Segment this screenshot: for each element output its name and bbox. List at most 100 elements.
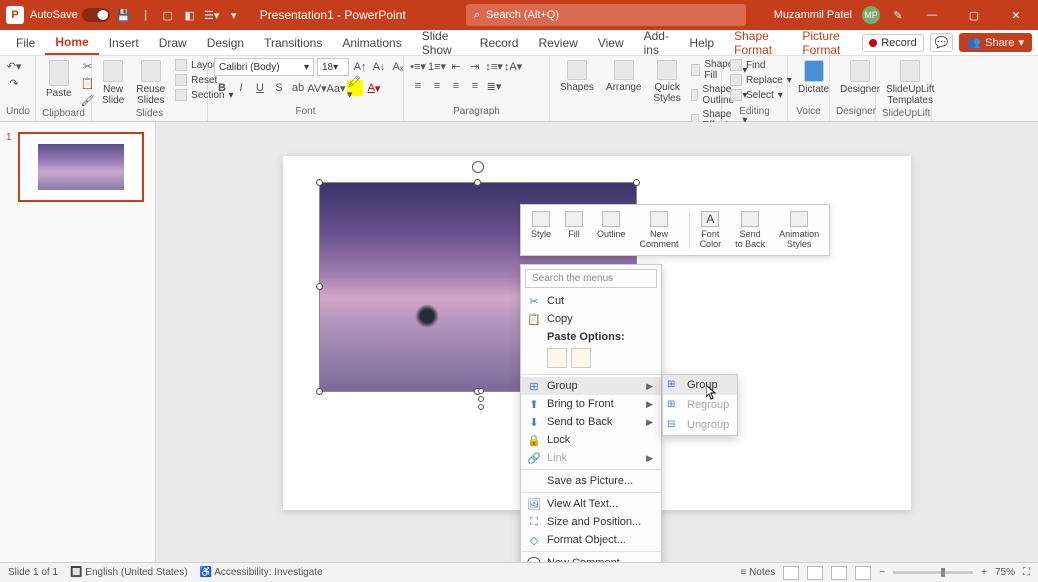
ctx-save-as-picture[interactable]: Save as Picture... (521, 472, 661, 490)
text-direction-icon[interactable]: ↕A▾ (505, 58, 521, 74)
slideshow-view-button[interactable] (855, 566, 871, 580)
mini-fill-button[interactable]: Fill (559, 209, 589, 251)
mini-style-button[interactable]: Style (525, 209, 557, 251)
resize-handle-ml[interactable] (316, 283, 323, 290)
paste-option-1[interactable] (547, 348, 567, 368)
paste-button[interactable]: Paste (42, 58, 76, 101)
new-slide-button[interactable]: New Slide (98, 58, 128, 108)
font-size-combo[interactable]: 18▾ (317, 58, 349, 76)
strikethrough-icon[interactable]: S (271, 80, 287, 96)
menu-search-input[interactable]: Search the menus (525, 269, 657, 288)
comments-icon[interactable]: 💬 (930, 33, 954, 52)
ctx-link[interactable]: 🔗Link▶ (521, 449, 661, 467)
autosave-toggle[interactable]: AutoSave Off (30, 8, 110, 22)
pen-icon[interactable]: ✎ (890, 7, 906, 23)
tab-help[interactable]: Help (679, 32, 724, 54)
fit-to-window-button[interactable]: ⛶ (1023, 567, 1030, 578)
dictate-button[interactable]: Dictate (794, 58, 833, 97)
minimize-button[interactable]: — (916, 0, 948, 30)
align-right-icon[interactable]: ≡ (448, 78, 464, 94)
tab-view[interactable]: View (588, 32, 634, 54)
resize-handle-tm[interactable] (474, 179, 481, 186)
tab-home[interactable]: Home (45, 31, 98, 55)
redo-icon[interactable]: ↷ (6, 75, 22, 91)
zoom-slider[interactable] (893, 571, 973, 574)
replace-button[interactable]: Replace▾ (728, 73, 794, 87)
tab-transitions[interactable]: Transitions (254, 32, 332, 54)
reading-view-button[interactable] (831, 566, 847, 580)
reuse-slides-button[interactable]: Reuse Slides (132, 58, 169, 108)
font-name-combo[interactable]: Calibri (Body)▾ (214, 58, 314, 76)
undo-icon[interactable]: ↶▾ (6, 58, 22, 74)
decrease-indent-icon[interactable]: ⇤ (448, 58, 464, 74)
avatar[interactable]: MP (862, 6, 880, 24)
qat-overflow-icon[interactable]: ▾ (226, 7, 242, 23)
ctx-format-object[interactable]: ◇Format Object... (521, 531, 661, 549)
increase-indent-icon[interactable]: ⇥ (467, 58, 483, 74)
slide-counter[interactable]: Slide 1 of 1 (8, 567, 58, 578)
submenu-regroup[interactable]: ⊞Regroup (663, 395, 737, 415)
close-button[interactable]: ✕ (1000, 0, 1032, 30)
select-button[interactable]: Select▾ (728, 88, 794, 102)
qat-icon-3[interactable]: ☰▾ (204, 7, 220, 23)
ctx-view-alt-text[interactable]: 🖼View Alt Text... (521, 495, 661, 513)
paste-option-2[interactable] (571, 348, 591, 368)
record-button[interactable]: Record (862, 34, 923, 52)
tab-animations[interactable]: Animations (332, 32, 411, 54)
present-icon[interactable]: ▢ (160, 7, 176, 23)
tab-draw[interactable]: Draw (149, 32, 197, 54)
slide-thumbnail-1[interactable]: 1 (8, 132, 147, 202)
mini-font-color-button[interactable]: AFont Color (694, 209, 728, 251)
shapes-button[interactable]: Shapes (556, 58, 598, 95)
normal-view-button[interactable] (783, 566, 799, 580)
zoom-out-button[interactable]: − (879, 567, 885, 578)
columns-icon[interactable]: ≣▾ (486, 78, 502, 94)
char-spacing-icon[interactable]: AV▾ (309, 80, 325, 96)
arrange-button[interactable]: Arrange (602, 58, 646, 95)
increase-font-icon[interactable]: A↑ (352, 59, 368, 75)
resize-handle-bl[interactable] (316, 388, 323, 395)
notes-button[interactable]: ≡ Notes (741, 567, 776, 578)
align-left-icon[interactable]: ≡ (410, 78, 426, 94)
highlight-icon[interactable]: 🖍▾ (347, 80, 363, 96)
resize-handle-tl[interactable] (316, 179, 323, 186)
italic-icon[interactable]: I (233, 80, 249, 96)
align-center-icon[interactable]: ≡ (429, 78, 445, 94)
tab-design[interactable]: Design (197, 32, 254, 54)
sorter-view-button[interactable] (807, 566, 823, 580)
ctx-size-position[interactable]: ⛶Size and Position... (521, 513, 661, 531)
ctx-lock[interactable]: 🔒Lock (521, 431, 661, 449)
numbering-icon[interactable]: 1≡▾ (429, 58, 445, 74)
justify-icon[interactable]: ≡ (467, 78, 483, 94)
mini-send-to-back-button[interactable]: Send to Back (729, 209, 771, 251)
language-status[interactable]: 🔲 English (United States) (70, 567, 188, 578)
ctx-group[interactable]: ⊞Group▶ (521, 377, 661, 395)
shadow-icon[interactable]: ab (290, 80, 306, 96)
search-box[interactable]: ⌕ Search (Alt+Q) (466, 4, 746, 26)
ctx-copy[interactable]: 📋Copy (521, 310, 661, 328)
submenu-ungroup[interactable]: ⊟Ungroup (663, 415, 737, 435)
ctx-cut[interactable]: ✂Cut (521, 292, 661, 310)
quick-styles-button[interactable]: Quick Styles (650, 58, 685, 106)
find-button[interactable]: Find (728, 58, 794, 72)
tab-review[interactable]: Review (528, 32, 587, 54)
tab-insert[interactable]: Insert (99, 32, 149, 54)
bullets-icon[interactable]: •≡▾ (410, 58, 426, 74)
submenu-group[interactable]: ⊞Group (663, 375, 737, 395)
mini-outline-button[interactable]: Outline (591, 209, 632, 251)
line-spacing-icon[interactable]: ↕≡▾ (486, 58, 502, 74)
save-icon[interactable]: 💾 (116, 7, 132, 23)
bold-icon[interactable]: B (214, 80, 230, 96)
mini-animation-button[interactable]: Animation Styles (773, 209, 825, 251)
maximize-button[interactable]: ▢ (958, 0, 990, 30)
secondary-selection-handles[interactable] (478, 388, 484, 410)
ctx-send-to-back[interactable]: ⬇Send to Back▶ (521, 413, 661, 431)
change-case-icon[interactable]: Aa▾ (328, 80, 344, 96)
decrease-font-icon[interactable]: A↓ (371, 59, 387, 75)
accessibility-status[interactable]: ♿ Accessibility: Investigate (200, 567, 323, 578)
slideuplift-button[interactable]: SlideUpLift Templates (882, 58, 938, 108)
font-color-icon[interactable]: A▾ (366, 80, 382, 96)
underline-icon[interactable]: U (252, 80, 268, 96)
user-name[interactable]: Muzammil Patel (774, 9, 852, 21)
zoom-level[interactable]: 75% (995, 567, 1015, 578)
